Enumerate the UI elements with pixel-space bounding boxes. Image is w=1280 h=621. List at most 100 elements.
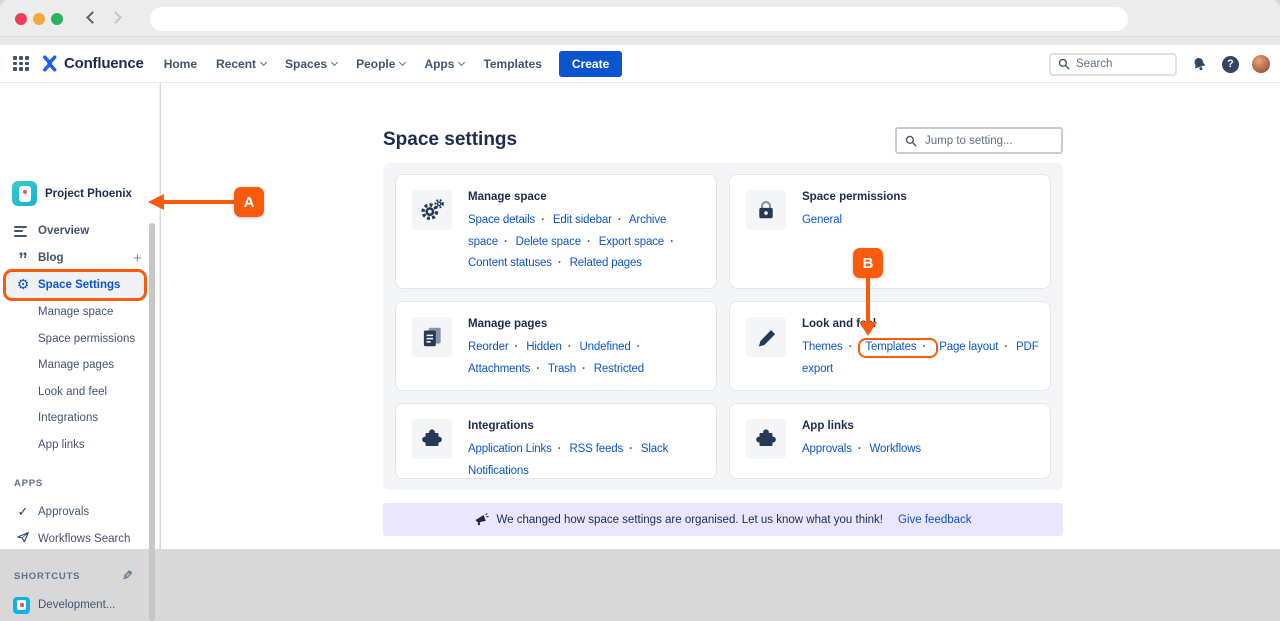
annotation-a-arrow-line	[164, 200, 236, 204]
confluence-logo[interactable]: Confluence	[40, 54, 144, 73]
shortcuts-section-header: SHORTCUTS	[14, 571, 80, 582]
jump-to-setting-search[interactable]	[895, 127, 1063, 154]
chrome-band	[0, 37, 1280, 45]
annotation-b-badge: B	[853, 248, 883, 278]
main-content: Space settings	[161, 83, 1280, 549]
link-trash[interactable]: Trash	[548, 363, 591, 375]
chevron-down-icon	[331, 59, 338, 66]
link-application-links[interactable]: Application Links	[468, 443, 566, 455]
nav-people[interactable]: People	[356, 57, 405, 71]
annotation-b-arrowhead	[859, 322, 877, 336]
nav-apps[interactable]: Apps	[424, 57, 464, 71]
user-avatar[interactable]	[1252, 55, 1270, 73]
nav-recent[interactable]: Recent	[216, 57, 266, 71]
zoom-window-button[interactable]	[51, 13, 63, 25]
sidebar-item-approvals[interactable]: ✓ Approvals	[0, 503, 150, 521]
annotation-a-arrowhead	[148, 194, 164, 210]
search-icon	[1058, 58, 1070, 70]
megaphone-icon	[474, 512, 489, 527]
pages-icon	[412, 317, 452, 357]
link-content-statuses[interactable]: Content statuses	[468, 257, 567, 269]
confluence-logo-icon	[40, 54, 59, 73]
chevron-down-icon	[260, 59, 267, 66]
card-integrations: Integrations Application Links RSS feeds…	[395, 403, 717, 479]
paper-plane-icon	[14, 530, 32, 549]
search-input[interactable]	[1076, 58, 1161, 70]
link-space-details[interactable]: Space details	[468, 214, 550, 226]
link-page-layout[interactable]: Page layout	[939, 341, 1013, 353]
address-bar[interactable]	[150, 7, 1128, 31]
link-rss-feeds[interactable]: RSS feeds	[570, 443, 638, 455]
settings-cards-container: Manage space Space details Edit sidebar …	[383, 163, 1063, 490]
top-navbar: Confluence Home Recent Spaces People App…	[0, 45, 1280, 83]
sidebar-item-space-settings-highlighted[interactable]: ⚙ Space Settings	[3, 269, 147, 301]
annotation-a-badge: A	[234, 187, 264, 217]
link-edit-sidebar[interactable]: Edit sidebar	[553, 214, 627, 226]
link-undefined[interactable]: Undefined	[580, 341, 646, 353]
sidebar-item-manage-pages[interactable]: Manage pages	[0, 356, 150, 374]
edit-shortcuts-pencil-icon[interactable]: ✎	[122, 569, 133, 584]
close-window-button[interactable]	[15, 13, 27, 25]
link-related-pages[interactable]: Related pages	[570, 257, 642, 269]
browser-chrome	[0, 0, 1280, 37]
link-workflows[interactable]: Workflows	[870, 443, 921, 455]
help-icon[interactable]: ?	[1222, 56, 1239, 73]
sidebar-item-overview[interactable]: Overview	[0, 222, 150, 240]
jump-to-setting-input[interactable]	[925, 135, 1045, 147]
development-space-icon	[13, 597, 30, 614]
space-sidebar: Project Phoenix Overview ” Blog + ⚙ Spac…	[0, 83, 160, 549]
checkmark-icon: ✓	[14, 505, 32, 520]
banner-message: We changed how space settings are organi…	[496, 514, 883, 526]
sidebar-item-look-and-feel[interactable]: Look and feel	[0, 383, 150, 401]
sidebar-item-blog[interactable]: ” Blog +	[0, 249, 150, 267]
card-space-permissions: Space permissions General	[729, 174, 1051, 289]
card-app-links: App links Approvals Workflows	[729, 403, 1051, 479]
sidebar-item-app-links[interactable]: App links	[0, 436, 150, 454]
minimize-window-button[interactable]	[33, 13, 45, 25]
browser-forward-icon[interactable]	[109, 11, 122, 24]
sidebar-item-development[interactable]: Development...	[0, 596, 150, 614]
nav-home[interactable]: Home	[164, 57, 197, 71]
annotation-b-arrow-line	[866, 276, 870, 323]
link-approvals[interactable]: Approvals	[802, 443, 866, 455]
space-name: Project Phoenix	[45, 188, 132, 200]
card-manage-space: Manage space Space details Edit sidebar …	[395, 174, 717, 289]
notifications-bell-icon[interactable]	[1190, 55, 1209, 74]
sidebar-scrollbar[interactable]	[149, 223, 155, 621]
brand-name: Confluence	[64, 55, 144, 72]
nav-templates[interactable]: Templates	[483, 57, 541, 71]
sidebar-item-manage-space[interactable]: Manage space	[0, 303, 150, 321]
navbar-menu: Home Recent Spaces People Apps Templates	[164, 57, 542, 71]
link-export-space[interactable]: Export space	[599, 236, 679, 248]
give-feedback-link[interactable]: Give feedback	[898, 514, 972, 526]
blog-quote-icon: ”	[14, 256, 32, 266]
link-hidden[interactable]: Hidden	[526, 341, 576, 353]
blog-add-button[interactable]: +	[133, 250, 142, 267]
chevron-down-icon	[458, 59, 465, 66]
link-restricted[interactable]: Restricted	[594, 363, 644, 375]
page-title: Space settings	[383, 129, 517, 151]
overview-icon	[14, 226, 32, 237]
create-button[interactable]: Create	[559, 51, 622, 77]
puzzle-icon	[746, 419, 786, 459]
screen: Confluence Home Recent Spaces People App…	[0, 0, 1280, 549]
link-attachments[interactable]: Attachments	[468, 363, 545, 375]
global-search[interactable]	[1049, 53, 1177, 76]
apps-section-header: APPS	[14, 478, 43, 489]
browser-back-icon[interactable]	[86, 11, 99, 24]
sidebar-item-space-permissions[interactable]: Space permissions	[0, 330, 150, 348]
puzzle-icon	[412, 419, 452, 459]
app-switcher-icon[interactable]	[13, 56, 29, 71]
feedback-banner: We changed how space settings are organi…	[383, 503, 1063, 536]
sidebar-item-integrations[interactable]: Integrations	[0, 409, 150, 427]
card-look-and-feel: Look and feel Themes Templates Page layo…	[729, 301, 1051, 391]
link-templates-highlighted[interactable]: Templates	[858, 338, 938, 358]
link-delete-space[interactable]: Delete space	[516, 236, 596, 248]
card-manage-pages: Manage pages Reorder Hidden Undefined At…	[395, 301, 717, 391]
space-header[interactable]: Project Phoenix	[12, 181, 132, 206]
link-themes[interactable]: Themes	[802, 341, 857, 353]
sidebar-item-workflows-search[interactable]: Workflows Search	[0, 530, 150, 548]
link-reorder[interactable]: Reorder	[468, 341, 523, 353]
link-general[interactable]: General	[802, 214, 842, 226]
nav-spaces[interactable]: Spaces	[285, 57, 337, 71]
